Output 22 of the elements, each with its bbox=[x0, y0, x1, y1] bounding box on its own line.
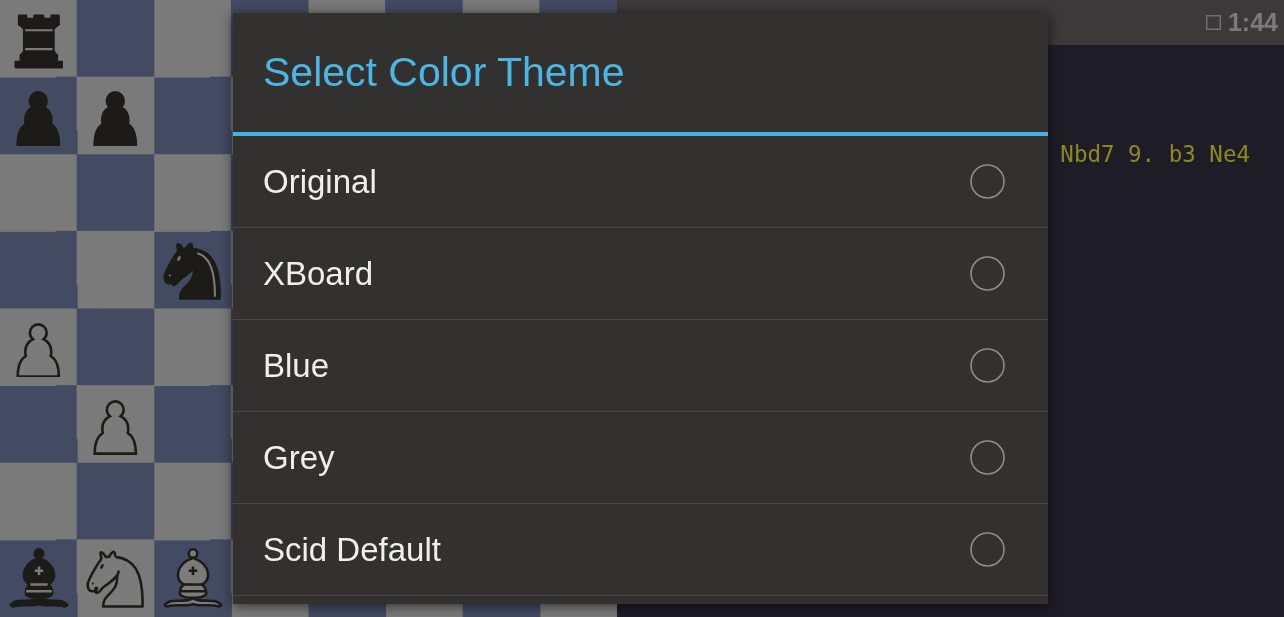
knight-icon[interactable] bbox=[85, 550, 144, 610]
square-icon bbox=[1205, 15, 1221, 30]
clock-time: 1:44 bbox=[1227, 8, 1278, 37]
theme-option[interactable]: Original bbox=[233, 136, 1048, 228]
rook-icon[interactable] bbox=[13, 13, 64, 69]
bishop-icon[interactable] bbox=[162, 548, 223, 609]
radio-button[interactable] bbox=[970, 164, 1005, 199]
theme-option[interactable]: Scid Default bbox=[233, 504, 1048, 596]
radio-button[interactable] bbox=[970, 532, 1005, 567]
dialog-title: Select Color Theme bbox=[263, 49, 625, 96]
pawn-icon[interactable] bbox=[93, 399, 138, 455]
radio-button[interactable] bbox=[970, 348, 1005, 383]
move-text: Nbd7 9. b3 Ne4 bbox=[1060, 141, 1250, 167]
radio-button[interactable] bbox=[970, 440, 1005, 475]
theme-option[interactable]: XBoard bbox=[233, 228, 1048, 320]
radio-button[interactable] bbox=[970, 256, 1005, 291]
theme-option[interactable]: Blue bbox=[233, 320, 1048, 412]
pawn-icon[interactable] bbox=[16, 322, 61, 378]
pawn-icon[interactable] bbox=[93, 91, 138, 146]
bishop-icon[interactable] bbox=[8, 548, 69, 609]
knight-icon[interactable] bbox=[162, 241, 222, 301]
theme-option[interactable]: Grey bbox=[233, 412, 1048, 504]
